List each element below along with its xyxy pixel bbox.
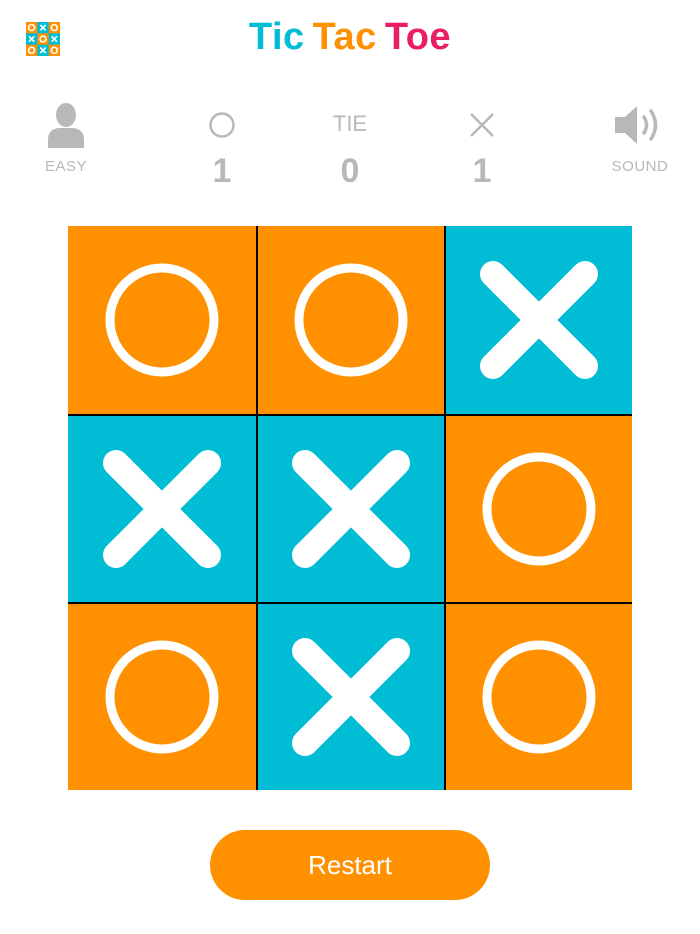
o-icon (182, 100, 262, 150)
board-cell-r2c1[interactable] (68, 414, 256, 602)
difficulty-toggle[interactable]: EASY (26, 100, 106, 175)
x-mark-icon (292, 450, 410, 568)
sound-toggle[interactable]: SOUND (600, 100, 680, 175)
x-mark-icon (480, 261, 598, 379)
board-cell-r3c2[interactable] (256, 602, 444, 790)
scoreboard: EASY 1 TIE 0 1 SOUND (0, 100, 700, 200)
x-mark-icon (103, 450, 221, 568)
board-cell-r1c2[interactable] (256, 226, 444, 414)
tie-score: 0 (340, 152, 360, 190)
header: Tic Tac Toe (0, 0, 700, 80)
o-mark-icon (103, 261, 221, 379)
o-score-panel: 1 (182, 100, 262, 191)
board-cell-r2c2[interactable] (256, 414, 444, 602)
difficulty-label: EASY (44, 158, 88, 175)
board-cell-r1c3[interactable] (444, 226, 632, 414)
board-cell-r3c1[interactable] (68, 602, 256, 790)
title-word-tic: Tic (248, 16, 305, 58)
game-board (68, 226, 632, 790)
o-mark-icon (103, 638, 221, 756)
board-cell-r1c1[interactable] (68, 226, 256, 414)
x-score-panel: 1 (442, 100, 522, 191)
x-mark-icon (292, 638, 410, 756)
tie-score-panel: TIE 0 (310, 100, 390, 191)
o-mark-icon (292, 261, 410, 379)
title-word-toe: Toe (384, 16, 452, 58)
x-score: 1 (472, 152, 492, 190)
o-score: 1 (212, 152, 232, 190)
title-word-tac: Tac (312, 16, 377, 58)
tie-label: TIE (332, 111, 368, 136)
o-mark-icon (480, 638, 598, 756)
sound-label: SOUND (611, 158, 669, 175)
x-icon (442, 100, 522, 150)
restart-button[interactable]: Restart (210, 830, 490, 900)
board-cell-r3c3[interactable] (444, 602, 632, 790)
speaker-icon (600, 100, 680, 150)
user-icon (26, 100, 106, 150)
app-title: Tic Tac Toe (0, 16, 700, 59)
board-cell-r2c3[interactable] (444, 414, 632, 602)
o-mark-icon (480, 450, 598, 568)
